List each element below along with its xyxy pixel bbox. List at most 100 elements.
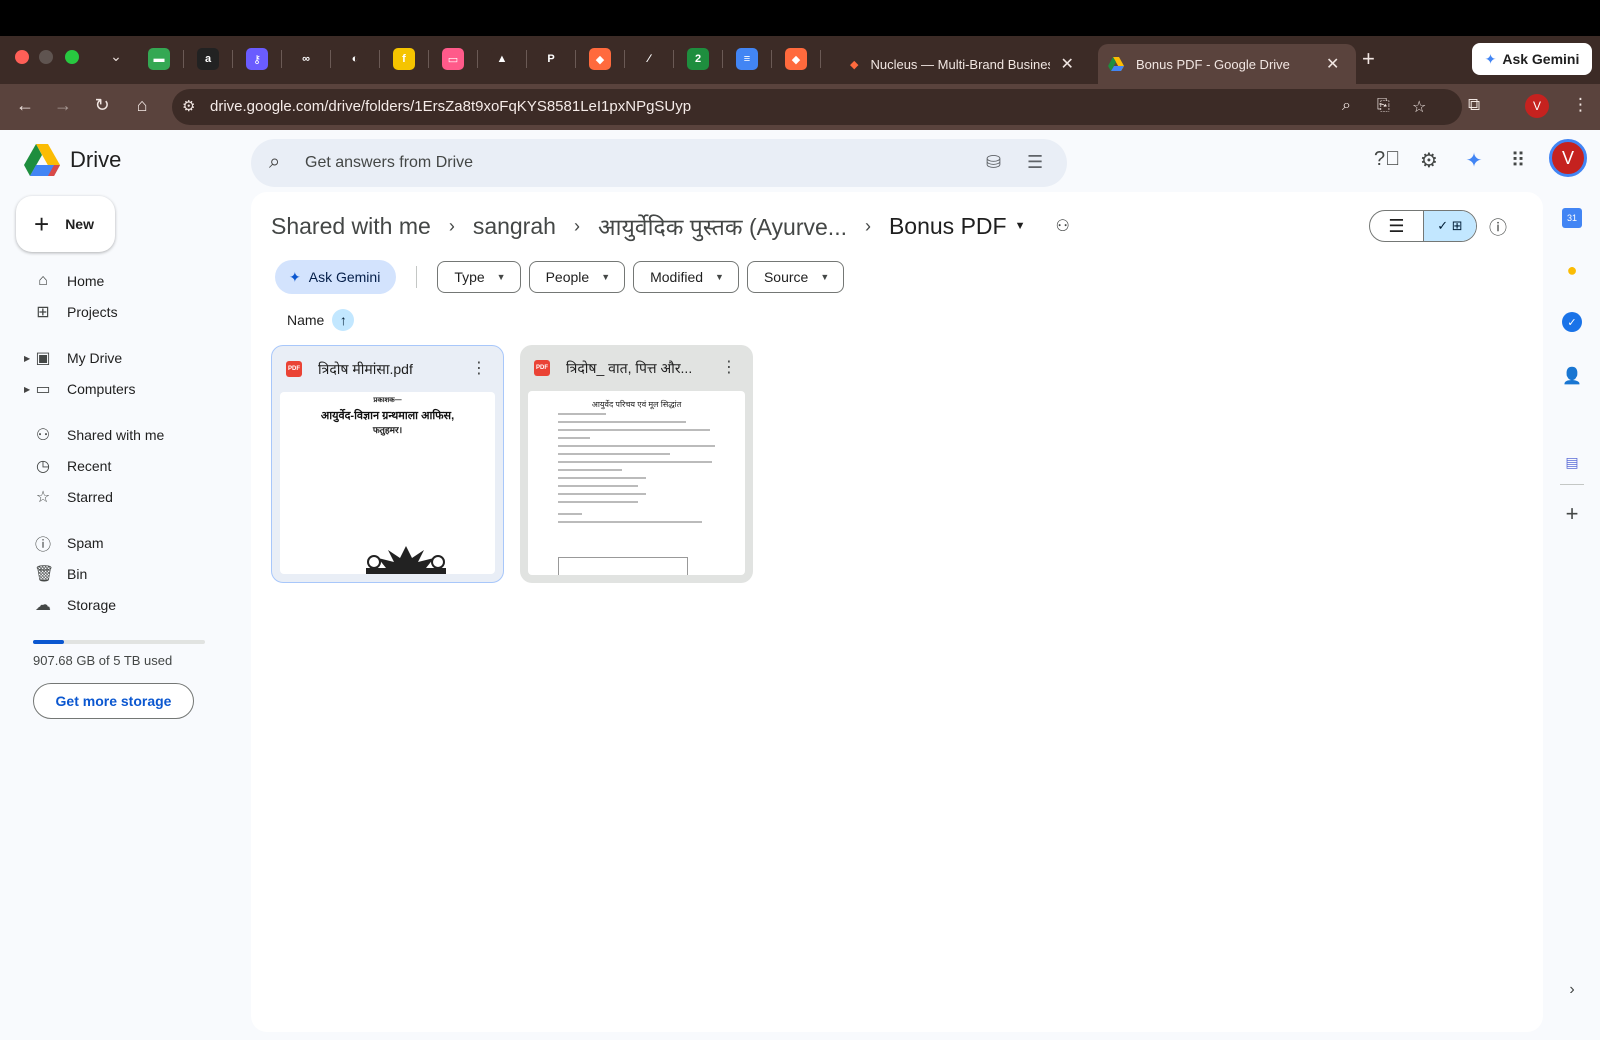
breadcrumb-ayurvedic-books[interactable]: आयुर्वेदिक पुस्तक (Ayurve... — [598, 210, 847, 242]
sidebar-item-spam[interactable]: ⓘ Spam — [24, 527, 224, 559]
breadcrumb-sangrah[interactable]: sangrah — [473, 213, 556, 240]
list-view-button[interactable]: ☰ — [1370, 211, 1423, 241]
more-options-icon[interactable]: ⋮ — [721, 357, 737, 377]
nucleus-icon[interactable]: ◐ — [344, 48, 366, 70]
close-icon[interactable]: ✕ — [1060, 54, 1073, 74]
keep-icon[interactable]: ● — [1562, 260, 1582, 280]
filter-modified[interactable]: Modified ▼ — [633, 261, 739, 293]
sidebar-item-label: Computers — [67, 381, 136, 397]
expand-panel-chevron-icon[interactable]: › — [1562, 980, 1582, 1000]
storage-used-text: 907.68 GB of 5 TB used — [33, 653, 173, 668]
current-folder-menu[interactable]: Bonus PDF ▼ — [889, 213, 1026, 240]
extensions-icon[interactable]: ⧉ — [1468, 95, 1480, 115]
drive-logo[interactable]: Drive — [24, 144, 121, 176]
thumb-line — [558, 469, 622, 471]
docs-icon[interactable]: ≡ — [736, 48, 758, 70]
sidebar-item-my-drive[interactable]: ▶ ▣ My Drive — [24, 342, 224, 374]
tab-separator — [379, 50, 380, 68]
sidebar-item-computers[interactable]: ▶ ▭ Computers — [24, 373, 224, 405]
flipkart-icon[interactable]: f — [393, 48, 415, 70]
paypal-icon[interactable]: P — [540, 48, 562, 70]
clock-icon: ◷ — [36, 458, 50, 475]
gradient-app-icon[interactable]: ◆ — [589, 48, 611, 70]
browser-ask-gemini-button[interactable]: ✦ Ask Gemini — [1472, 43, 1592, 75]
sidebar-item-home[interactable]: ⌂ Home — [24, 265, 224, 297]
key-icon[interactable]: ⚷ — [246, 48, 268, 70]
file-card[interactable]: PDF त्रिदोष_ वात, पित्त और... ⋮ आयुर्वेद… — [520, 345, 753, 583]
browser-menu-icon[interactable]: ⋮ — [1572, 95, 1589, 115]
chevron-right-icon: › — [864, 215, 871, 236]
tab-bonus-pdf[interactable]: Bonus PDF - Google Drive ✕ — [1098, 44, 1356, 84]
filter-type[interactable]: Type ▼ — [437, 261, 521, 293]
account-avatar[interactable]: V — [1549, 139, 1587, 177]
bookmark-star-icon[interactable]: ☆ — [1412, 97, 1426, 117]
filter-people[interactable]: People ▼ — [528, 261, 626, 293]
home-icon[interactable]: ⌂ — [130, 95, 154, 116]
tab-nucleus[interactable]: ◆ Nucleus — Multi-Brand Business ✕ — [840, 44, 1090, 84]
new-tab-button[interactable]: + — [1362, 46, 1375, 72]
sort-header[interactable]: Name ↑ — [287, 309, 355, 331]
drive-page: Drive ⌕ ⛁ ☰ ?⃝ ⚙ ✦ ⠿ V + New ⌂ Home ⊞ Proje… — [0, 130, 1600, 1040]
tasks-icon[interactable]: ✓ — [1562, 312, 1582, 332]
sidebar-item-shared-with-me[interactable]: ⚇ Shared with me — [24, 419, 224, 451]
apps-grid-icon[interactable]: ⠿ — [1505, 148, 1531, 173]
ask-gemini-chip-label: Ask Gemini — [308, 269, 381, 285]
back-arrow-icon[interactable]: ← — [13, 95, 37, 116]
window-maximize-button[interactable] — [65, 50, 79, 64]
new-button[interactable]: + New — [16, 196, 115, 252]
forward-arrow-icon[interactable]: → — [51, 95, 75, 116]
meta-icon[interactable]: ∞ — [295, 48, 317, 70]
shared-people-icon[interactable]: ⚇ — [1055, 216, 1069, 236]
file-card[interactable]: PDF त्रिदोष मीमांसा.pdf ⋮ प्रकाशक— आयुर्… — [271, 345, 504, 583]
sidebar-item-bin[interactable]: 🗑 Bin — [24, 558, 224, 590]
tab-search-chevron-icon[interactable]: ⌄ — [106, 48, 126, 65]
calendar-icon[interactable]: 31 — [1562, 208, 1582, 228]
site-settings-icon[interactable]: ⚙ — [182, 97, 195, 115]
install-app-icon[interactable]: ⎘ — [1377, 97, 1390, 115]
expand-caret-icon[interactable]: ▶ — [24, 354, 30, 363]
pink-app-icon[interactable]: ▭ — [442, 48, 464, 70]
sidebar-item-starred[interactable]: ☆ Starred — [24, 481, 224, 513]
close-icon[interactable]: ✕ — [1326, 54, 1339, 74]
settings-gear-icon[interactable]: ⚙ — [1416, 148, 1442, 173]
drive-icon[interactable]: ▲ — [491, 48, 513, 70]
gradient-app-2-icon[interactable]: ◆ — [785, 48, 807, 70]
sidebar-item-recent[interactable]: ◷ Recent — [24, 450, 224, 482]
amazon-icon[interactable]: a — [197, 48, 219, 70]
spreadsheet-icon[interactable]: ▬ — [148, 48, 170, 70]
search-input[interactable] — [305, 139, 965, 187]
my-drive-icon: ▣ — [35, 350, 51, 367]
add-addon-icon[interactable]: + — [1562, 501, 1582, 526]
info-icon[interactable]: ⓘ — [1489, 214, 1507, 240]
window-close-button[interactable] — [15, 50, 29, 64]
grid-view-button[interactable]: ✓ ⊞ — [1422, 211, 1476, 241]
gemini-icon[interactable]: ✦ — [1461, 148, 1487, 173]
help-icon[interactable]: ?⃝ — [1374, 148, 1400, 171]
zoom-icon[interactable]: ⌕ — [1342, 97, 1351, 115]
sidebar-item-projects[interactable]: ⊞ Projects — [24, 296, 224, 328]
badge-2-icon[interactable]: 2 — [687, 48, 709, 70]
notebook-icon[interactable]: ▤ — [1562, 452, 1582, 472]
ornament-icon — [366, 546, 446, 574]
ask-gemini-chip[interactable]: ✦ Ask Gemini — [275, 260, 397, 294]
filter-source[interactable]: Source ▼ — [746, 261, 845, 293]
browser-tab-strip: ⌄ ▬ a ⚷ ∞ ◐ f ▭ ▲ P ◆ ∕ 2 ≡ ◆ ◆ Nucleus — Multi-Brand… — [0, 36, 1600, 84]
more-options-icon[interactable]: ⋮ — [471, 358, 487, 378]
search-filters-icon[interactable]: ☰ — [1027, 152, 1043, 173]
file-thumbnail: आयुर्वेद परिचय एवं मूल सिद्धांत — [528, 391, 745, 575]
window-minimize-button[interactable] — [39, 50, 53, 64]
sidebar-item-storage[interactable]: ☁ Storage — [24, 589, 224, 621]
sort-ascending-icon[interactable]: ↑ — [332, 309, 355, 331]
reload-icon[interactable]: ↻ — [90, 95, 114, 116]
breadcrumb-shared-with-me[interactable]: Shared with me — [271, 213, 431, 240]
thumb-line — [558, 521, 702, 523]
browser-profile-avatar[interactable]: V — [1525, 94, 1549, 118]
arrow-app-icon[interactable]: ∕ — [638, 48, 660, 70]
get-more-storage-button[interactable]: Get more storage — [33, 683, 194, 719]
contacts-icon[interactable]: 👤 — [1562, 366, 1582, 386]
expand-caret-icon[interactable]: ▶ — [24, 385, 30, 394]
search-options-icon[interactable]: ⛁ — [986, 152, 1001, 173]
bin-icon: 🗑 — [34, 566, 55, 583]
address-bar[interactable]: ⚙ drive.google.com/drive/folders/1ErsZa8… — [172, 89, 1462, 125]
breadcrumb: Shared with me › sangrah › आयुर्वेदिक पु… — [271, 210, 1070, 242]
